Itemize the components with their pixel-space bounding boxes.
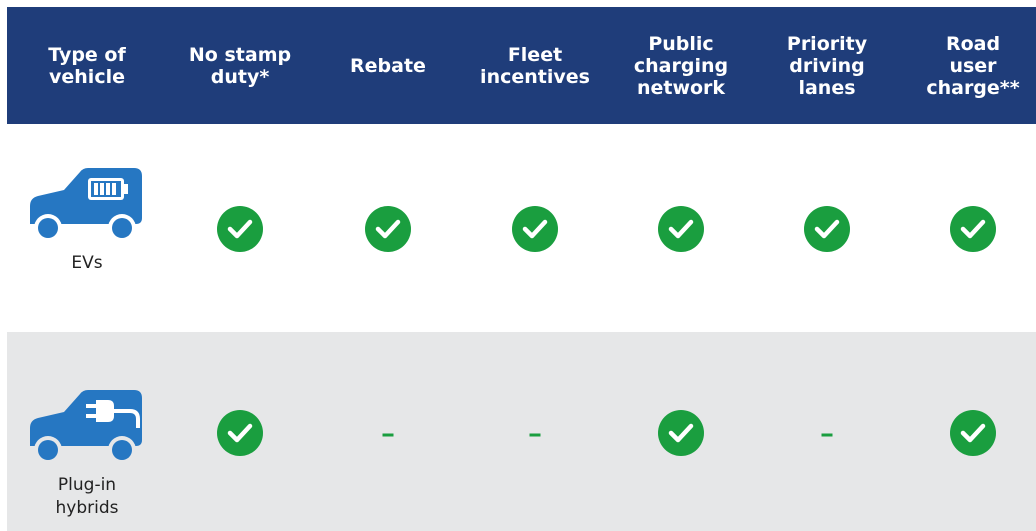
cell-evs-priority-lanes	[804, 206, 850, 252]
cell-evs-road-user-charge	[950, 206, 996, 252]
battery-car-icon	[26, 166, 148, 250]
dash-icon	[382, 433, 394, 437]
dash-icon	[529, 433, 541, 437]
vehicle-type-evs: EVs	[27, 166, 147, 275]
check-icon	[658, 410, 704, 456]
check-icon	[365, 206, 411, 252]
cell-hybrids-rebate	[382, 433, 394, 437]
check-icon	[217, 410, 263, 456]
cell-evs-fleet-incentives	[512, 206, 558, 252]
cell-hybrids-no-stamp-duty	[217, 410, 263, 456]
dash-icon	[821, 433, 833, 437]
cell-hybrids-public-charging	[658, 410, 704, 456]
header-road-user-charge: Road user charge**	[926, 32, 1020, 99]
cell-hybrids-road-user-charge	[950, 410, 996, 456]
cell-hybrids-fleet-incentives	[529, 433, 541, 437]
header-rebate: Rebate	[350, 54, 426, 77]
check-icon	[950, 410, 996, 456]
plug-car-icon	[26, 388, 148, 472]
header-no-stamp-duty: No stamp duty*	[188, 43, 292, 88]
vehicle-label: Plug-in hybrids	[55, 475, 119, 518]
header-type-of-vehicle: Type of vehicle	[48, 43, 126, 88]
table-header: Type of vehicle No stamp duty* Rebate Fl…	[7, 7, 1036, 124]
table-row-plug-in-hybrids: Plug-in hybrids	[7, 332, 1036, 531]
check-icon	[658, 206, 704, 252]
vehicle-label: EVs	[71, 253, 103, 273]
cell-evs-rebate	[365, 206, 411, 252]
check-icon	[804, 206, 850, 252]
table-row-evs: EVs	[7, 124, 1036, 332]
check-icon	[217, 206, 263, 252]
header-public-charging-network: Public charging network	[633, 32, 729, 99]
header-priority-driving-lanes: Priority driving lanes	[786, 32, 868, 99]
cell-evs-no-stamp-duty	[217, 206, 263, 252]
check-icon	[512, 206, 558, 252]
cell-evs-public-charging	[658, 206, 704, 252]
vehicle-type-plug-in-hybrids: Plug-in hybrids	[27, 388, 147, 520]
header-fleet-incentives: Fleet incentives	[480, 43, 590, 88]
cell-hybrids-priority-lanes	[821, 433, 833, 437]
check-icon	[950, 206, 996, 252]
